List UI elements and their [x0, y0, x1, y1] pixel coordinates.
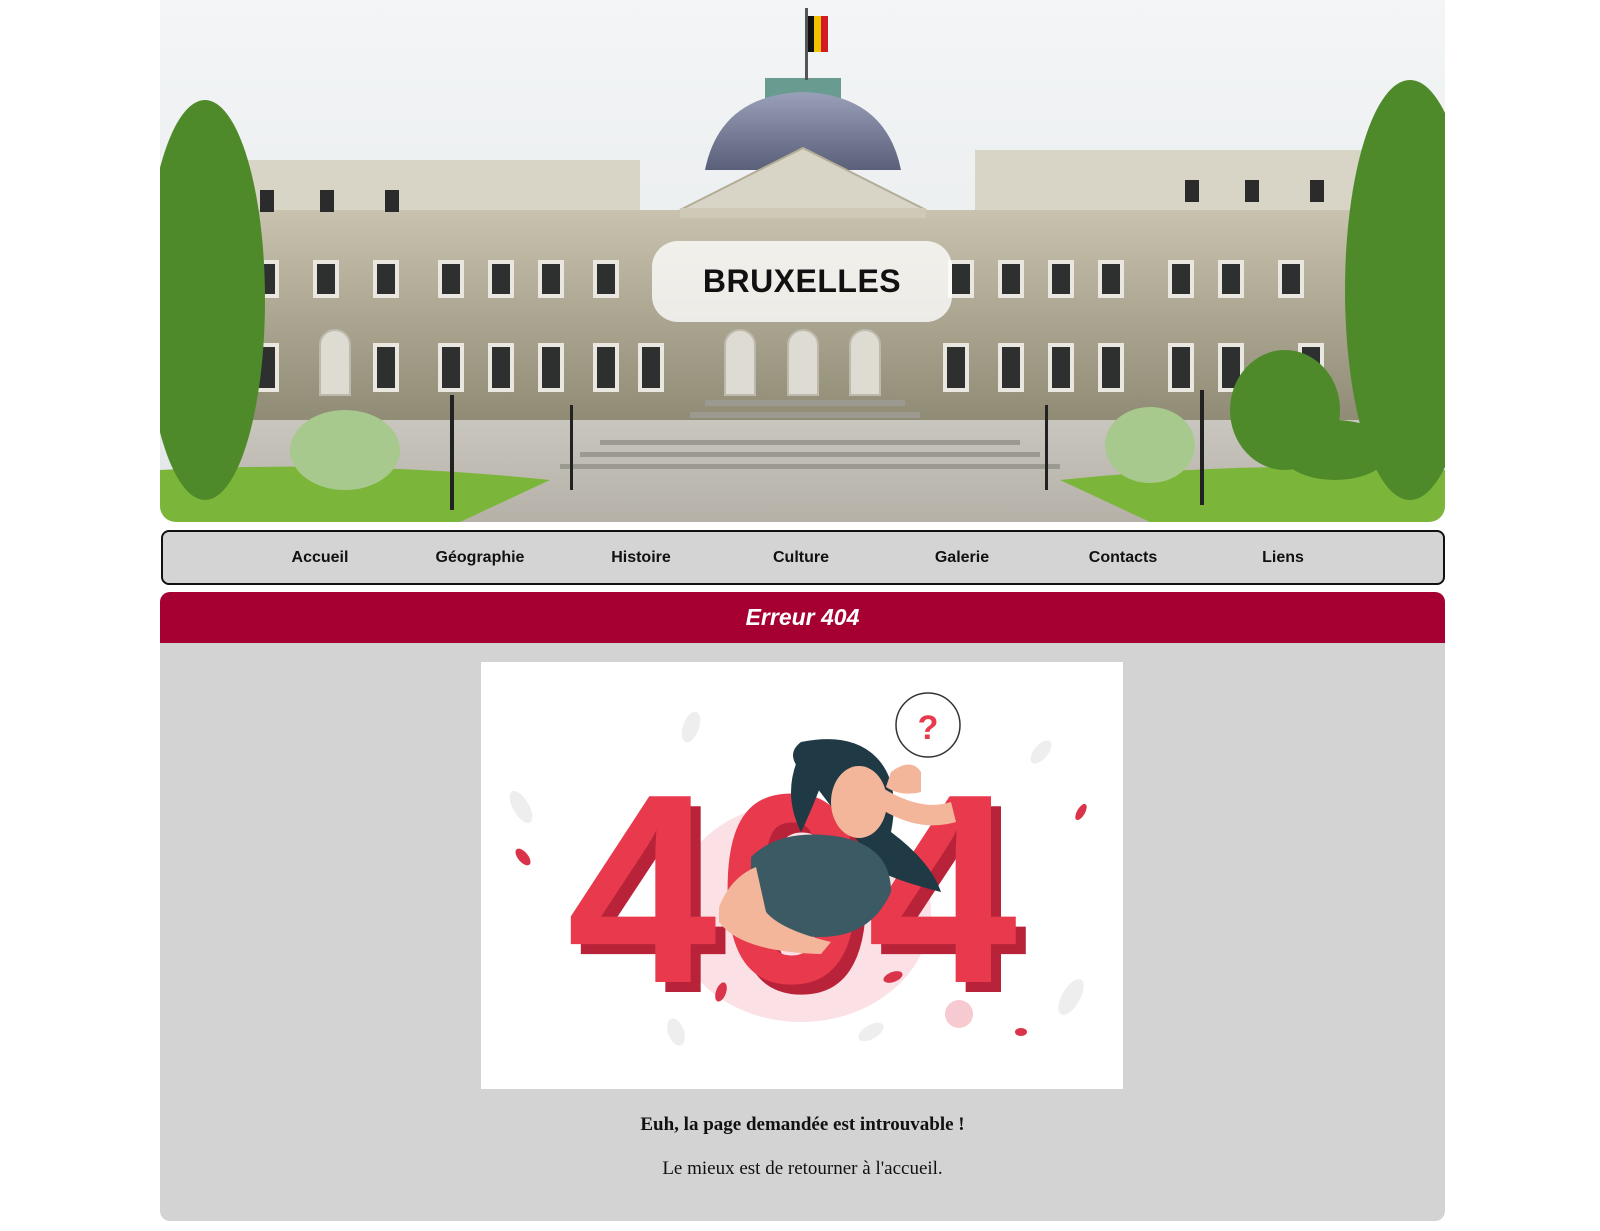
404-illustration: 404 404 ? [481, 662, 1123, 1089]
nav-item-culture[interactable]: Culture [721, 532, 881, 583]
main-nav: Accueil Géographie Histoire Culture Gale… [161, 530, 1445, 585]
nav-item-liens[interactable]: Liens [1203, 532, 1363, 583]
nav-item-accueil[interactable]: Accueil [240, 532, 400, 583]
nav-item-galerie[interactable]: Galerie [882, 532, 1042, 583]
nav-item-histoire[interactable]: Histoire [561, 532, 721, 583]
nav-list: Accueil Géographie Histoire Culture Gale… [163, 532, 1443, 583]
content-panel: Erreur 404 ? Euh, la page demandée est i… [160, 592, 1445, 1221]
error-message: Le mieux est de retourner à l'accueil. [662, 1158, 943, 1179]
banner-title-box: BRUXELLES [652, 241, 952, 322]
404-illustration-graphic: 404 404 ? [509, 692, 1087, 1050]
panel-header: Erreur 404 [160, 592, 1445, 643]
page-title: Erreur 404 [745, 604, 860, 630]
error-message-bold: Euh, la page demandée est introuvable ! [640, 1114, 965, 1135]
svg-text:?: ? [918, 709, 939, 747]
header-banner: BRUXELLES [160, 0, 1445, 522]
nav-item-contacts[interactable]: Contacts [1043, 532, 1203, 583]
site-title: BRUXELLES [702, 263, 902, 299]
nav-item-geographie[interactable]: Géographie [400, 532, 560, 583]
